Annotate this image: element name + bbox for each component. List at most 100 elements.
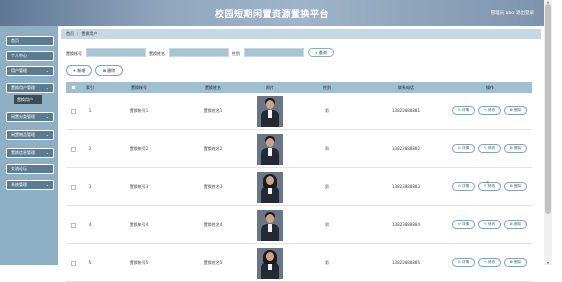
delete-button[interactable]: ⊠ 删除 [504, 182, 527, 191]
table-header: 索引 置换帐号 置换姓名 照片 性别 联系电话 操作 [66, 82, 532, 93]
col-phone: 联系电话 [398, 85, 414, 90]
detail-button[interactable]: ⊙ 详情 [452, 182, 475, 191]
cell-gender: 男 [325, 222, 329, 227]
edit-button-label: 修改 [487, 260, 496, 264]
detail-button[interactable]: ⊙ 详情 [452, 106, 475, 115]
sidebar-item-label: 用户管理 [11, 68, 27, 73]
edit-button[interactable]: ✎ 修改 [478, 144, 501, 153]
edit-button[interactable]: ✎ 修改 [478, 220, 501, 229]
scroll-thumb[interactable] [545, 4, 551, 214]
cell-gender: 男 [325, 146, 329, 151]
breadcrumb: 首页 / 置换用户 [61, 29, 541, 39]
col-photo: 照片 [266, 85, 274, 90]
sidebar-item-label: 交流论坛 [11, 166, 27, 171]
batch-delete-button[interactable]: ⊠ 删除 [95, 65, 123, 76]
sidebar-item-exchange-info[interactable]: 置换信息管理 ⌄ [6, 148, 54, 158]
cell-phone: 13823888883 [392, 184, 420, 189]
search-gender-input[interactable] [244, 48, 304, 57]
photo-shirt [268, 148, 272, 156]
edit-button[interactable]: ✎ 修改 [478, 258, 501, 267]
cell-name: 置换姓名3 [203, 184, 223, 189]
table-row: 4 置换帐号4 置换姓名4 男 13823888884 ⊙ 详情 ✎ 修改 ⊠ 删除 [66, 207, 532, 244]
detail-button-label: 详情 [461, 184, 470, 188]
sidebar-subitem-exchange-user[interactable]: 置换用户 [14, 95, 42, 104]
cell-index: 1 [88, 108, 92, 113]
cell-account: 置换帐号3 [129, 184, 149, 189]
chevron-down-icon: ⌄ [45, 182, 49, 187]
col-name: 置换姓名 [205, 85, 221, 90]
hand-cursor-icon: ☝ [485, 179, 490, 187]
add-button[interactable]: + 新增 [66, 65, 92, 76]
delete-button-label: 删除 [513, 184, 522, 188]
select-all-checkbox[interactable] [71, 85, 76, 90]
logout-link[interactable]: 退出登录 [516, 10, 534, 16]
search-name-input[interactable] [169, 48, 229, 57]
cell-account: 置换帐号1 [129, 108, 149, 113]
photo-face [266, 214, 274, 223]
search-account-label: 置换帐号 [66, 51, 82, 56]
sidebar-item-label: 个人中心 [11, 53, 27, 58]
detail-button[interactable]: ⊙ 详情 [452, 220, 475, 229]
cell-name: 置换姓名2 [203, 146, 223, 151]
detail-button[interactable]: ⊙ 详情 [452, 144, 475, 153]
sidebar-item-personal[interactable]: 个人中心 [6, 51, 54, 61]
delete-button[interactable]: ⊠ 删除 [504, 258, 527, 267]
sidebar-item-label: 首页 [11, 38, 19, 43]
cell-index: 3 [88, 184, 92, 189]
search-gender-label: 性别 [232, 51, 240, 56]
cell-gender: 男 [325, 260, 329, 265]
scroll-down-icon[interactable]: ▼ [545, 261, 551, 265]
cell-index: 4 [88, 222, 92, 227]
sidebar-item-items[interactable]: 闲置物品管理 ⌄ [6, 130, 54, 140]
edit-button[interactable]: ✎ 修改 [478, 106, 501, 115]
search-button[interactable]: ⌕ 查询 [308, 48, 334, 57]
edit-button-label: 修改 [487, 146, 496, 150]
row-checkbox[interactable] [71, 223, 76, 228]
cell-phone: 13823888882 [392, 146, 420, 151]
delete-button[interactable]: ⊠ 删除 [504, 220, 527, 229]
cell-phone: 13823888884 [392, 222, 420, 227]
cell-index: 5 [88, 260, 92, 265]
sidebar: 首页 个人中心 用户管理 ⌄ 置换用户管理 ⌄ 置换用户 闲置分类管理 ⌄ 闲置物品管… [0, 26, 58, 265]
sidebar-item-users[interactable]: 用户管理 ⌄ [6, 66, 54, 76]
delete-button[interactable]: ⊠ 删除 [504, 144, 527, 153]
detail-button-label: 详情 [461, 222, 470, 226]
edit-button-label: 修改 [487, 108, 496, 112]
breadcrumb-home[interactable]: 首页 [66, 31, 74, 36]
add-button-label: 新增 [77, 68, 86, 73]
row-checkbox[interactable] [71, 147, 76, 152]
search-button-label: 查询 [318, 50, 327, 55]
table-row: 2 置换帐号2 置换姓名2 男 13823888882 ⊙ 详情 ✎ 修改 ⊠ 删除 [66, 131, 532, 168]
cell-account: 置换帐号5 [129, 260, 149, 265]
batch-delete-label: 删除 [107, 68, 116, 73]
edit-button[interactable]: ✎ 修改 [478, 182, 501, 191]
cell-index: 2 [88, 146, 92, 151]
cell-account: 置换帐号2 [129, 146, 149, 151]
sidebar-item-forum[interactable]: 交流论坛 [6, 164, 54, 174]
user-photo [257, 172, 283, 203]
delete-button[interactable]: ⊠ 删除 [504, 106, 527, 115]
user-photo [257, 248, 283, 279]
detail-button-label: 详情 [461, 146, 470, 150]
sidebar-item-system[interactable]: 系统管理 ⌄ [6, 180, 54, 190]
sidebar-item-home[interactable]: 首页 [6, 36, 54, 46]
vertical-scrollbar[interactable]: ▲ ▼ [544, 0, 552, 265]
cell-name: 置换姓名1 [203, 108, 223, 113]
col-actions: 操作 [486, 85, 494, 90]
table-row: 5 置换帐号5 置换姓名5 男 13823888885 ⊙ 详情 ✎ 修改 ⊠ 删除 [66, 245, 532, 282]
detail-button[interactable]: ⊙ 详情 [452, 258, 475, 267]
cell-gender: 男 [325, 184, 329, 189]
row-checkbox[interactable] [71, 261, 76, 266]
photo-face [266, 176, 274, 185]
sidebar-item-categories[interactable]: 闲置分类管理 ⌄ [6, 112, 54, 122]
breadcrumb-separator: / [77, 31, 79, 36]
row-checkbox[interactable] [71, 185, 76, 190]
cell-name: 置换姓名5 [203, 260, 223, 265]
cell-phone: 13823888881 [392, 108, 420, 113]
delete-button-label: 删除 [513, 260, 522, 264]
row-checkbox[interactable] [71, 109, 76, 114]
app-header: 校园短期闲置资源置换平台 管理员 abo 退出登录 [0, 0, 544, 26]
sidebar-item-exchange-users[interactable]: 置换用户管理 ⌄ [6, 83, 54, 93]
user-photo [257, 134, 283, 165]
search-account-input[interactable] [86, 48, 146, 57]
